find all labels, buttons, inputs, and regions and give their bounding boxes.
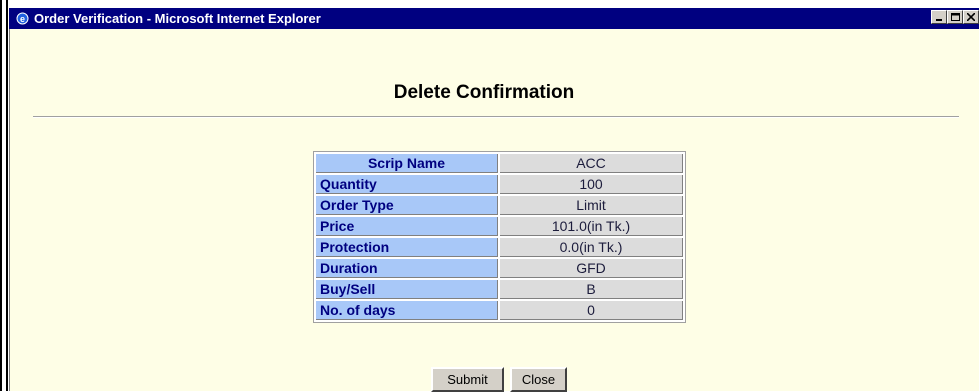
screen-edge: [0, 0, 2, 391]
table-row: Scrip Name ACC: [316, 154, 683, 173]
close-icon[interactable]: [963, 10, 979, 24]
window-title: Order Verification - Microsoft Internet …: [34, 11, 321, 26]
row-value-scrip-name: ACC: [500, 154, 683, 173]
row-value-price: 101.0(in Tk.): [500, 217, 683, 236]
row-label-protection: Protection: [316, 238, 498, 257]
row-value-no-of-days: 0: [500, 301, 683, 320]
row-value-order-type: Limit: [500, 196, 683, 215]
submit-button[interactable]: Submit: [431, 367, 504, 392]
table-row: Protection 0.0(in Tk.): [316, 238, 683, 257]
row-value-buy-sell: B: [500, 280, 683, 299]
close-button[interactable]: Close: [510, 367, 567, 392]
row-label-order-type: Order Type: [316, 196, 498, 215]
internet-explorer-icon: e: [15, 11, 30, 26]
row-label-quantity: Quantity: [316, 175, 498, 194]
minimize-icon[interactable]: [931, 10, 947, 24]
row-label-buy-sell: Buy/Sell: [316, 280, 498, 299]
table-row: Duration GFD: [316, 259, 683, 278]
row-label-duration: Duration: [316, 259, 498, 278]
order-details-table: Scrip Name ACC Quantity 100 Order Type L…: [313, 151, 686, 323]
maximize-icon[interactable]: [947, 10, 963, 24]
divider: [33, 116, 959, 118]
screen-edge: [6, 0, 8, 391]
table-row: Quantity 100: [316, 175, 683, 194]
row-value-protection: 0.0(in Tk.): [500, 238, 683, 257]
row-label-scrip-name: Scrip Name: [316, 154, 498, 173]
title-bar[interactable]: e Order Verification - Microsoft Interne…: [9, 8, 979, 29]
table-row: No. of days 0: [316, 301, 683, 320]
row-value-quantity: 100: [500, 175, 683, 194]
row-value-duration: GFD: [500, 259, 683, 278]
row-label-price: Price: [316, 217, 498, 236]
table-row: Order Type Limit: [316, 196, 683, 215]
row-label-no-of-days: No. of days: [316, 301, 498, 320]
page-title: Delete Confirmation: [393, 82, 575, 103]
window-controls: [931, 10, 979, 24]
table-row: Price 101.0(in Tk.): [316, 217, 683, 236]
table-row: Buy/Sell B: [316, 280, 683, 299]
svg-text:e: e: [20, 14, 25, 24]
